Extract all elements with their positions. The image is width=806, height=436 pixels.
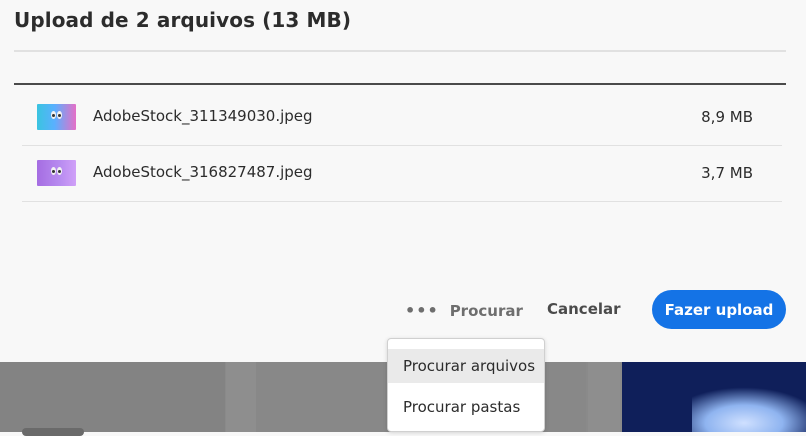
browse-button[interactable]: ••• Procurar xyxy=(405,300,523,322)
menu-item-browse-folders[interactable]: Procurar pastas xyxy=(388,390,544,424)
file-size: 3,7 MB xyxy=(701,164,753,182)
background-image xyxy=(0,362,225,432)
upload-button[interactable]: Fazer upload xyxy=(652,290,786,329)
cancel-button[interactable]: Cancelar xyxy=(547,300,621,318)
upload-dialog: Upload de 2 arquivos (13 MB) AdobeStock_… xyxy=(0,0,806,362)
browse-label: Procurar xyxy=(449,302,523,320)
file-list-header-line xyxy=(14,83,786,85)
file-size: 8,9 MB xyxy=(701,108,753,126)
file-thumbnail xyxy=(37,160,76,186)
background-chip xyxy=(22,428,84,436)
menu-item-browse-files[interactable]: Procurar arquivos xyxy=(388,349,544,383)
dialog-title: Upload de 2 arquivos (13 MB) xyxy=(14,8,352,32)
eyes-icon xyxy=(51,167,63,177)
title-divider xyxy=(14,50,786,52)
background-image xyxy=(588,362,620,432)
background-image xyxy=(226,362,256,432)
file-row: AdobeStock_311349030.jpeg 8,9 MB xyxy=(22,89,782,146)
file-name: AdobeStock_311349030.jpeg xyxy=(93,107,313,125)
background-image xyxy=(622,362,806,432)
file-thumbnail xyxy=(37,104,76,130)
file-row: AdobeStock_316827487.jpeg 3,7 MB xyxy=(22,145,782,202)
eyes-icon xyxy=(51,111,63,121)
more-dots-icon: ••• xyxy=(405,301,439,320)
file-name: AdobeStock_316827487.jpeg xyxy=(93,163,313,181)
browse-menu: Procurar arquivos Procurar pastas xyxy=(387,338,545,432)
